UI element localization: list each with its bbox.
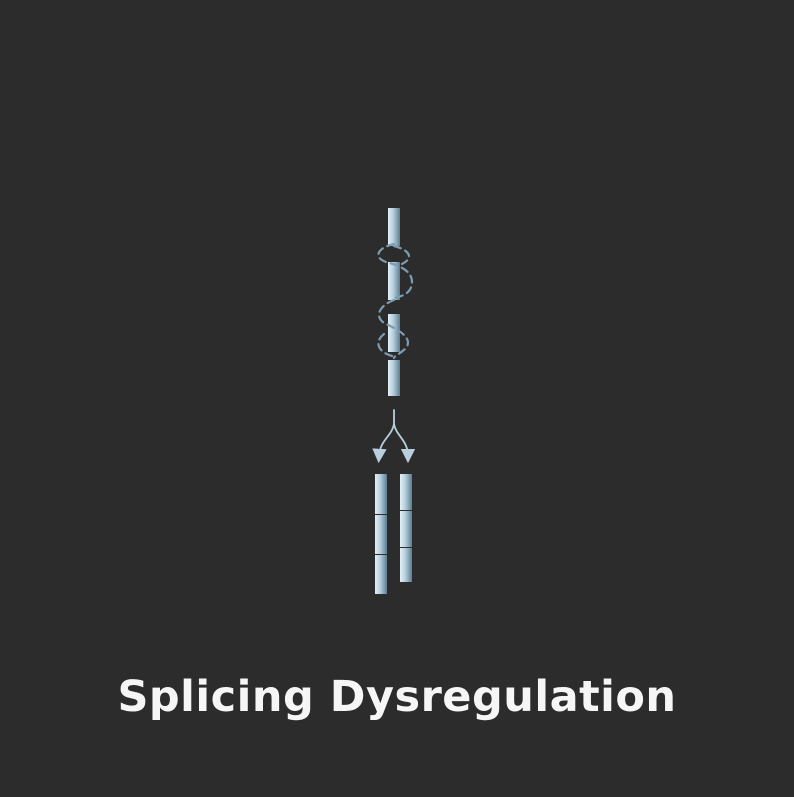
mrna-isoform-b-icon xyxy=(400,474,412,582)
exon-1 xyxy=(388,208,400,246)
isoform-b-seg-3 xyxy=(400,548,412,582)
branch-arrow-icon xyxy=(372,409,416,464)
isoform-a-seg-2 xyxy=(375,515,387,554)
exon-4 xyxy=(388,360,400,396)
isoform-b-seg-2 xyxy=(400,511,412,547)
splice-loop-2 xyxy=(392,244,411,266)
branch-right xyxy=(393,423,416,464)
diagram-title: Splicing Dysregulation xyxy=(117,672,677,722)
isoform-a-seg-3 xyxy=(375,555,387,594)
exon-2 xyxy=(388,262,400,300)
isoform-a-seg-1 xyxy=(375,474,387,514)
mrna-isoform-a-icon xyxy=(375,474,387,594)
exon-3 xyxy=(388,314,400,352)
illustration-canvas: Splicing Dysregulation xyxy=(0,0,794,797)
isoform-b-seg-1 xyxy=(400,474,412,510)
branch-left xyxy=(372,423,395,464)
